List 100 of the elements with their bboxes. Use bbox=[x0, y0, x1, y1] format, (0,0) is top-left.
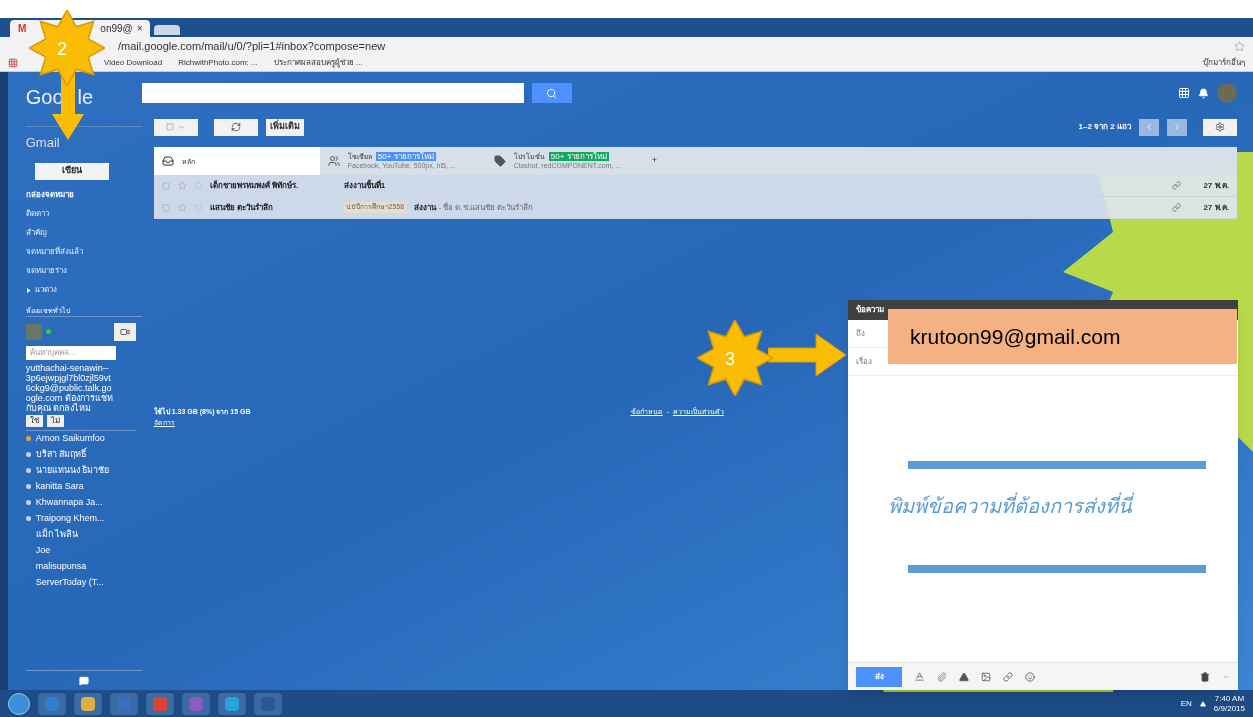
emoji-icon[interactable] bbox=[1025, 671, 1035, 682]
settings-button[interactable] bbox=[1203, 118, 1237, 136]
settings-icon bbox=[1215, 122, 1225, 132]
search-field[interactable] bbox=[141, 83, 524, 103]
nav-item[interactable]: จดหมายร่าง bbox=[25, 261, 142, 281]
contact-name: นายแทนนง ธิมาชัย bbox=[35, 463, 110, 477]
compose-title: ข้อความ bbox=[856, 304, 884, 316]
paperclip-icon[interactable] bbox=[937, 671, 947, 682]
photo-icon[interactable] bbox=[981, 671, 991, 682]
nav-item[interactable]: กล่องจดหมาย bbox=[25, 185, 142, 205]
apps-grid-icon[interactable] bbox=[8, 58, 18, 68]
no-button[interactable]: ไม่ bbox=[46, 414, 64, 427]
message-date: 27 พ.ค. bbox=[1202, 179, 1229, 192]
contact-name: Khwannapa Ja... bbox=[35, 495, 103, 509]
contact-name: Joe bbox=[35, 543, 51, 557]
bookmark-link[interactable]: ประกาศผลสอบครูผู้ช่วย ... bbox=[273, 57, 363, 69]
url-text[interactable]: /mail.google.com/mail/u/0/?pli=1#inbox?compose=new bbox=[118, 37, 386, 55]
show-hidden-icons-icon[interactable] bbox=[1199, 700, 1206, 707]
drive-icon[interactable] bbox=[959, 671, 969, 682]
avatar bbox=[1217, 83, 1237, 103]
video-call-button[interactable] bbox=[113, 322, 136, 341]
compose-button[interactable]: เขียน bbox=[34, 162, 109, 180]
bookmark-link[interactable]: RichwithPhoto.com: ... bbox=[178, 57, 258, 69]
chat-contact[interactable]: Joe bbox=[25, 542, 142, 559]
chat-invite-text: yutthachai-senawin--3p6ejwpjgl7bl0zjl59vt6ckg9@public.talk.google.com ต้องการแชทกับคุณ ตกลงไหม bbox=[25, 362, 114, 413]
select-checkbox-button[interactable] bbox=[153, 118, 198, 136]
callout-email-text: krutoon99@gmail.com bbox=[910, 323, 1121, 350]
avatar bbox=[25, 323, 42, 340]
tab-favicon: M bbox=[18, 22, 27, 36]
checkbox-icon[interactable] bbox=[161, 181, 170, 190]
message-row[interactable]: เด็กชายพรหมพงศ์ พิทักษ์ร. ส่งงานชิ้นที่1 27 พ.ค. bbox=[153, 175, 1237, 197]
contact-name: แม็ก ไพลิน bbox=[35, 527, 79, 541]
contact-name: บริสา สัมฤทธิ์ bbox=[35, 447, 87, 461]
logo-text[interactable]: le bbox=[77, 82, 94, 112]
contact-name: Arnon Saikumfoo bbox=[35, 431, 105, 445]
star-icon[interactable] bbox=[177, 181, 187, 190]
taskbar-app-icon[interactable] bbox=[182, 692, 210, 715]
more-button[interactable]: เพิ่มเติม bbox=[265, 118, 304, 136]
new-tab-button[interactable] bbox=[154, 25, 180, 35]
message-date: 27 พ.ค. bbox=[1202, 201, 1229, 214]
chevron-right-icon bbox=[1172, 122, 1182, 132]
tab-close-button[interactable]: × bbox=[136, 21, 143, 36]
trash-icon[interactable] bbox=[1200, 671, 1210, 682]
notification-bell-icon[interactable] bbox=[1198, 87, 1209, 99]
start-orb-button[interactable] bbox=[8, 692, 30, 715]
sender-name: เด็กชายพรหมพงศ์ พิทักษ์ร. bbox=[209, 179, 300, 192]
to-label: ถึง bbox=[856, 327, 865, 340]
add-tab-button[interactable]: + bbox=[651, 154, 657, 168]
text-format-icon[interactable] bbox=[914, 671, 925, 682]
nav-item[interactable]: แวดวง bbox=[25, 280, 142, 300]
chat-contact[interactable]: นายแทนนง ธิมาชัย bbox=[25, 462, 142, 479]
taskbar-app-icon[interactable] bbox=[110, 692, 138, 715]
checkbox-icon[interactable] bbox=[161, 203, 170, 212]
nav-item[interactable]: จดหมายที่ส่งแล้ว bbox=[25, 242, 142, 262]
inbox-icon bbox=[161, 155, 174, 167]
contact-name: kanitta Sara bbox=[35, 479, 84, 493]
taskbar-app-icon[interactable] bbox=[74, 692, 102, 715]
next-page-button[interactable] bbox=[1167, 118, 1187, 136]
bookmark-folder[interactable]: บุ๊กมาร์กอื่นๆ bbox=[1203, 57, 1245, 69]
chat-contact[interactable]: Khwannapa Ja... bbox=[25, 494, 142, 511]
clock-time: 7:40 AM bbox=[1214, 693, 1245, 704]
paging-text: 1–2 จาก 2 แถว bbox=[1078, 121, 1131, 133]
taskbar-app-icon[interactable] bbox=[146, 692, 174, 715]
chain-link-icon bbox=[1172, 203, 1181, 212]
chevron-left-icon bbox=[1144, 122, 1154, 132]
prev-page-button[interactable] bbox=[1139, 118, 1159, 136]
chat-contact[interactable]: บริสา สัมฤทธิ์ bbox=[25, 446, 142, 463]
new-count-badge: 50+ รายการใหม่ bbox=[375, 152, 436, 161]
search-button[interactable] bbox=[531, 83, 572, 103]
bookmark-link[interactable]: Video Download bbox=[104, 57, 163, 69]
chat-contact[interactable]: Traipong Khem... bbox=[25, 510, 142, 527]
send-button[interactable]: ส่ง bbox=[856, 666, 902, 687]
refresh-button[interactable] bbox=[213, 118, 258, 136]
link-icon[interactable] bbox=[1003, 671, 1013, 682]
refresh-icon bbox=[230, 122, 241, 132]
nav-item[interactable]: สำคัญ bbox=[25, 223, 142, 243]
taskbar-app-icon[interactable] bbox=[38, 692, 66, 715]
bookmark-star-icon[interactable] bbox=[1234, 40, 1245, 52]
yes-button[interactable]: ใช่ bbox=[25, 414, 43, 427]
importance-marker-icon[interactable] bbox=[194, 182, 202, 189]
step-number: 3 bbox=[725, 348, 735, 371]
message-subject: ส่งงาน - ชื่อ ด.ช.แสนชัย ตะวันรำลึก bbox=[414, 201, 534, 214]
body-hint-text: พิมพ์ข้อความที่ต้องการส่งที่นี่ bbox=[888, 491, 1132, 521]
video-camera-icon bbox=[119, 326, 130, 337]
chat-bubble-icon[interactable] bbox=[78, 676, 89, 686]
nav-item[interactable]: ติดดาว bbox=[25, 204, 142, 224]
clock-date: 6/9/2015 bbox=[1213, 703, 1245, 714]
chat-contact[interactable]: malisupunsa bbox=[25, 558, 142, 575]
taskbar-app-icon[interactable] bbox=[218, 692, 246, 715]
search-icon bbox=[546, 87, 558, 99]
star-icon[interactable] bbox=[177, 203, 187, 212]
chat-contact[interactable]: ServerToday (T... bbox=[25, 574, 142, 591]
message-body-field[interactable]: พิมพ์ข้อความที่ต้องการส่งที่นี่ bbox=[848, 376, 1238, 662]
people-search-field[interactable]: ค้นหาบุคคล... bbox=[25, 345, 116, 360]
language-indicator[interactable]: EN bbox=[1180, 697, 1192, 710]
chat-contact[interactable]: kanitta Sara bbox=[25, 478, 142, 495]
caret-icon bbox=[178, 123, 186, 131]
chat-contact[interactable]: Arnon Saikumfoo bbox=[25, 430, 142, 447]
chat-contact[interactable]: แม็ก ไพลิน bbox=[25, 526, 142, 543]
importance-marker-icon[interactable] bbox=[194, 204, 202, 211]
